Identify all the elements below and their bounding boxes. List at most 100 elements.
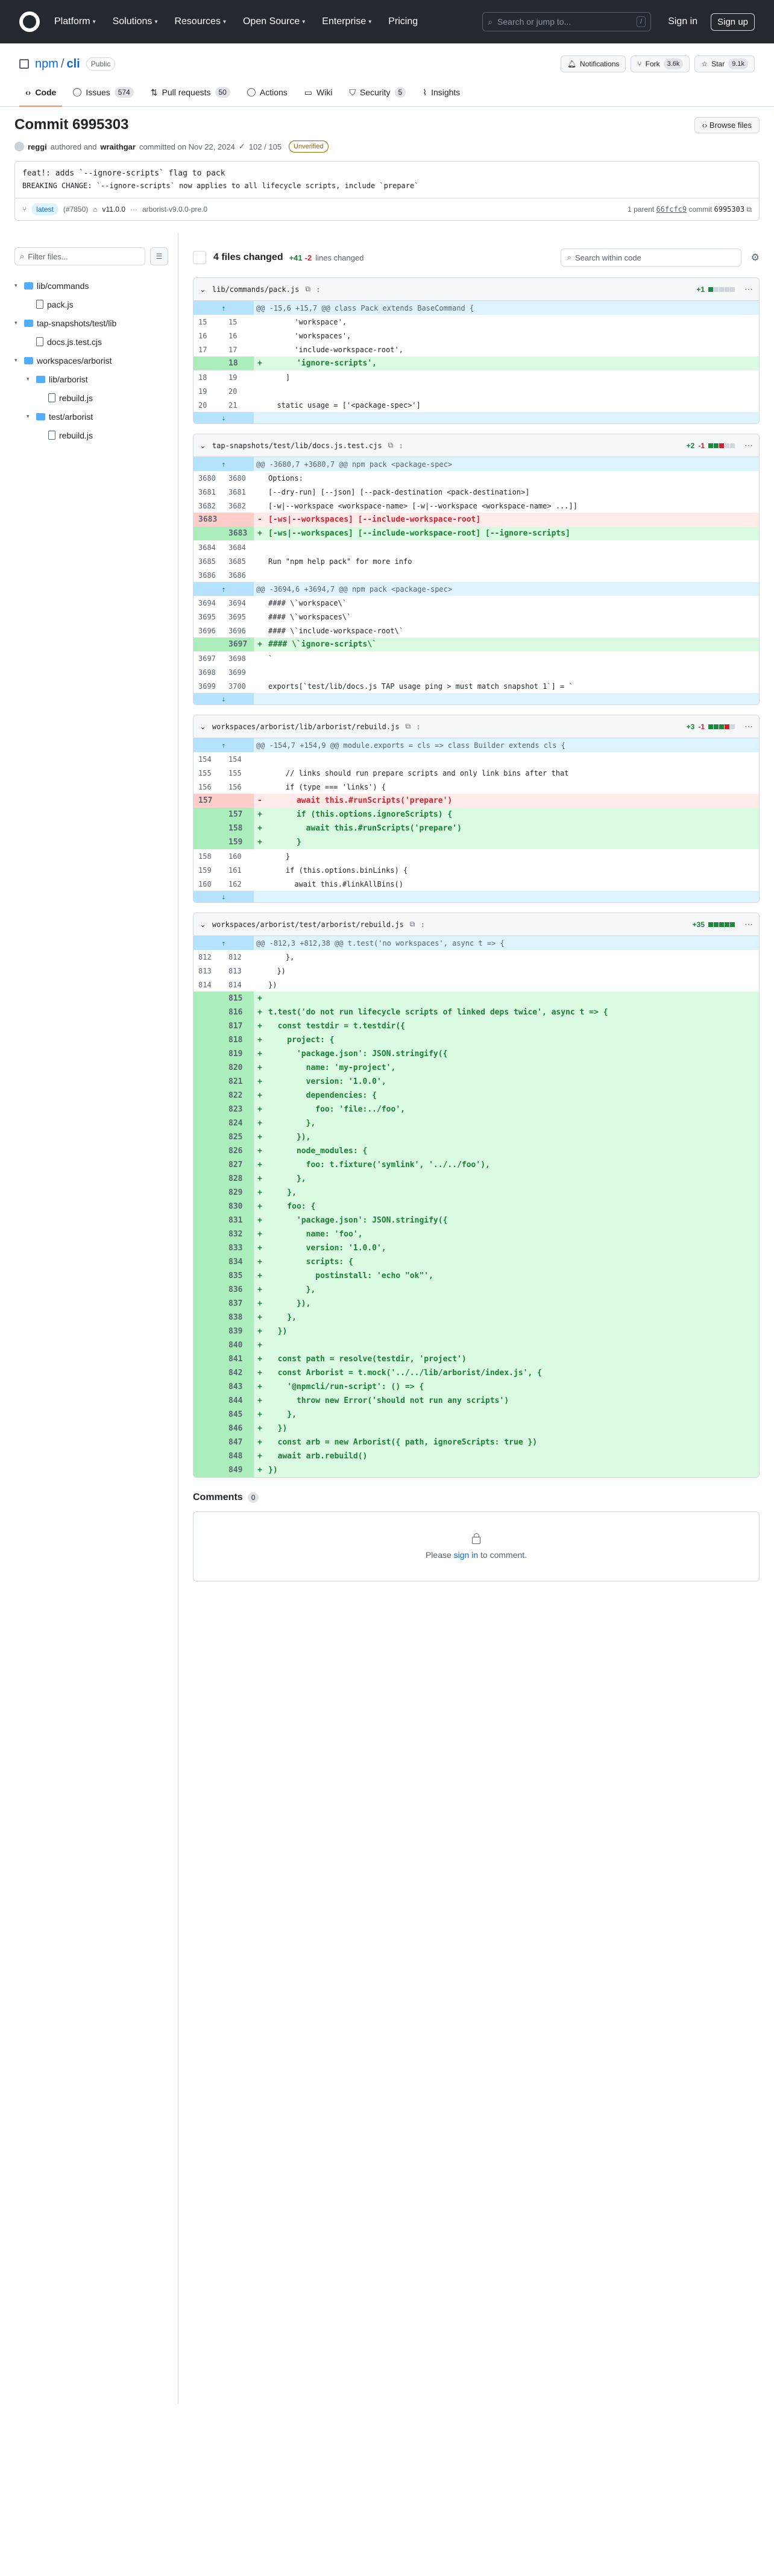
copy-icon[interactable]: ⧉ [406, 722, 411, 731]
old-line-number[interactable] [194, 1269, 224, 1283]
old-line-number[interactable]: 17 [194, 343, 224, 356]
new-line-number[interactable]: 159 [224, 835, 254, 849]
new-line-number[interactable]: 19 [224, 370, 254, 384]
sign-in-link[interactable]: sign in [454, 1550, 478, 1560]
tab-actions[interactable]: Actions [241, 83, 294, 106]
old-line-number[interactable] [194, 1283, 224, 1297]
new-line-number[interactable]: 847 [224, 1435, 254, 1449]
filter-files-input[interactable]: ⌕ Filter files... [14, 247, 145, 265]
kebab-menu-icon[interactable]: ⋯ [744, 284, 753, 294]
new-line-number[interactable]: 825 [224, 1130, 254, 1144]
old-line-number[interactable] [194, 808, 224, 821]
tree-file[interactable]: pack.js [14, 295, 168, 314]
tree-file[interactable]: rebuild.js [14, 388, 168, 407]
new-line-number[interactable]: 826 [224, 1144, 254, 1158]
new-line-number[interactable]: 3694 [224, 596, 254, 610]
new-line-number[interactable]: 823 [224, 1103, 254, 1116]
new-line-number[interactable]: 837 [224, 1297, 254, 1311]
new-line-number[interactable]: 844 [224, 1394, 254, 1408]
new-line-number[interactable]: 157 [224, 808, 254, 821]
tree-folder[interactable]: ▾ lib/commands [14, 276, 168, 295]
new-line-number[interactable]: 3680 [224, 471, 254, 485]
old-line-number[interactable] [194, 1380, 224, 1394]
old-line-number[interactable]: 157 [194, 794, 224, 808]
old-line-number[interactable]: 3696 [194, 624, 224, 638]
new-line-number[interactable]: 812 [224, 950, 254, 964]
file-path[interactable]: workspaces/arborist/test/arborist/rebuil… [212, 920, 404, 929]
new-line-number[interactable]: 3683 [224, 527, 254, 540]
new-line-number[interactable]: 841 [224, 1352, 254, 1366]
new-line-number[interactable]: 827 [224, 1158, 254, 1172]
search-within-code-input[interactable]: ⌕ Search within code [560, 248, 741, 267]
tree-file[interactable]: rebuild.js [14, 426, 168, 445]
old-line-number[interactable] [194, 1186, 224, 1200]
old-line-number[interactable] [194, 1116, 224, 1130]
old-line-number[interactable] [194, 1394, 224, 1408]
hunk-header-row[interactable]: ⇡ @@ -15,6 +15,7 @@ class Pack extends Ba… [194, 301, 759, 315]
old-line-number[interactable]: 154 [194, 752, 224, 766]
new-line-number[interactable]: 3698 [224, 651, 254, 665]
old-line-number[interactable] [194, 1200, 224, 1214]
old-line-number[interactable]: 3686 [194, 568, 224, 582]
new-line-number[interactable]: 3697 [224, 638, 254, 651]
new-line-number[interactable]: 160 [224, 849, 254, 863]
old-line-number[interactable] [194, 1227, 224, 1241]
new-line-number[interactable]: 848 [224, 1449, 254, 1463]
new-line-number[interactable]: 843 [224, 1380, 254, 1394]
chevron-down-icon[interactable]: ▾ [14, 282, 20, 289]
old-line-number[interactable]: 18 [194, 370, 224, 384]
old-line-number[interactable]: 155 [194, 766, 224, 780]
old-line-number[interactable] [194, 356, 224, 370]
sign-up-button[interactable]: Sign up [711, 13, 755, 31]
checks-count[interactable]: 102 / 105 [249, 142, 282, 151]
expand-down-icon[interactable]: ⇣ [194, 693, 254, 704]
expand-down-icon[interactable]: ⇣ [194, 891, 254, 902]
old-line-number[interactable]: 3681 [194, 485, 224, 499]
new-line-number[interactable]: 819 [224, 1047, 254, 1061]
old-line-number[interactable] [194, 1214, 224, 1227]
chevron-down-icon[interactable]: ▾ [14, 320, 20, 326]
parent-sha-link[interactable]: 66fcfc9 [656, 205, 687, 214]
old-line-number[interactable] [194, 1352, 224, 1366]
old-line-number[interactable] [194, 1297, 224, 1311]
old-line-number[interactable]: 16 [194, 329, 224, 343]
nav-pricing[interactable]: Pricing [388, 16, 418, 27]
repo-owner-link[interactable]: npm [35, 57, 58, 71]
verification-badge[interactable]: Unverified [289, 141, 329, 153]
new-line-number[interactable]: 821 [224, 1075, 254, 1089]
new-line-number[interactable]: 832 [224, 1227, 254, 1241]
nav-platform[interactable]: Platform ▾ [54, 16, 96, 27]
star-button[interactable]: ☆ Star 9.1k [694, 55, 755, 72]
new-line-number[interactable]: 15 [224, 315, 254, 329]
old-line-number[interactable]: 3683 [194, 513, 224, 527]
hunk-header-row[interactable]: ⇡ @@ -812,3 +812,38 @@ t.test('no workspa… [194, 936, 759, 950]
old-line-number[interactable] [194, 1241, 224, 1255]
new-line-number[interactable]: 842 [224, 1366, 254, 1380]
nav-enterprise[interactable]: Enterprise ▾ [322, 16, 371, 27]
new-line-number[interactable]: 20 [224, 384, 254, 398]
tree-folder[interactable]: ▾ workspaces/arborist [14, 351, 168, 370]
nav-solutions[interactable]: Solutions ▾ [113, 16, 158, 27]
chevron-down-icon[interactable]: ▾ [27, 376, 33, 382]
tab-insights[interactable]: ⌇ Insights [417, 83, 466, 106]
new-line-number[interactable]: 3696 [224, 624, 254, 638]
gear-icon[interactable]: ⚙ [751, 252, 760, 264]
new-line-number[interactable]: 17 [224, 343, 254, 356]
old-line-number[interactable] [194, 1130, 224, 1144]
sidebar-toggle-icon[interactable] [193, 251, 206, 264]
new-line-number[interactable]: 830 [224, 1200, 254, 1214]
expand-all-icon[interactable]: ↕ [421, 920, 424, 929]
new-line-number[interactable]: 21 [224, 398, 254, 412]
old-line-number[interactable]: 3684 [194, 540, 224, 554]
new-line-number[interactable]: 836 [224, 1283, 254, 1297]
tree-file[interactable]: docs.js.test.cjs [14, 332, 168, 351]
new-line-number[interactable]: 155 [224, 766, 254, 780]
notifications-button[interactable]: 🔔︎ Notifications [560, 55, 626, 72]
new-line-number[interactable]: 840 [224, 1338, 254, 1352]
tag-end-link[interactable]: arborist-v9.0.0-pre.0 [142, 205, 207, 214]
expand-down-icon[interactable]: ⇣ [194, 412, 254, 423]
new-line-number[interactable]: 813 [224, 964, 254, 978]
old-line-number[interactable]: 158 [194, 849, 224, 863]
new-line-number[interactable]: 834 [224, 1255, 254, 1269]
expand-up-icon[interactable]: ⇡ [194, 457, 254, 471]
